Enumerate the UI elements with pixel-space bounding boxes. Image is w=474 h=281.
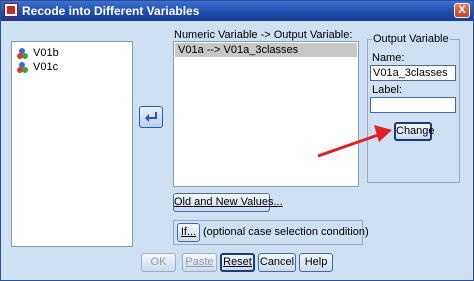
variable-label: V01c bbox=[33, 61, 59, 73]
mapping-list[interactable]: V01a --> V01a_3classes bbox=[173, 41, 359, 187]
old-and-new-values-label: Old and New Values... bbox=[174, 196, 283, 208]
help-button[interactable]: Help bbox=[299, 253, 333, 272]
old-and-new-values-button[interactable]: Old and New Values... bbox=[173, 193, 283, 212]
name-field[interactable]: V01a_3classes bbox=[370, 65, 456, 81]
paste-button[interactable]: Paste bbox=[182, 253, 217, 272]
paste-button-label: Paste bbox=[185, 256, 214, 268]
reset-button[interactable]: Reset bbox=[220, 253, 255, 272]
name-label: Name: bbox=[372, 52, 405, 64]
close-button[interactable]: X bbox=[454, 3, 470, 18]
source-variable-list[interactable]: V01b V01c bbox=[11, 41, 133, 247]
nominal-variable-icon bbox=[17, 62, 29, 74]
if-button-label: If... bbox=[180, 226, 197, 238]
spss-app-icon bbox=[4, 3, 18, 17]
ok-button[interactable]: OK bbox=[141, 253, 176, 272]
mapping-row[interactable]: V01a --> V01a_3classes bbox=[175, 43, 357, 57]
label-label: Label: bbox=[372, 84, 402, 96]
arrow-left-icon bbox=[145, 112, 157, 122]
label-field[interactable] bbox=[370, 97, 456, 113]
if-condition-text: (optional case selection condition) bbox=[203, 226, 369, 238]
title-bar[interactable]: Recode into Different Variables X bbox=[1, 1, 473, 21]
reset-button-label: Reset bbox=[223, 256, 252, 268]
recode-dialog: Recode into Different Variables X V01b V… bbox=[0, 0, 474, 281]
window-title: Recode into Different Variables bbox=[22, 4, 200, 18]
change-button[interactable]: Change bbox=[394, 122, 435, 141]
if-button[interactable]: If... bbox=[177, 223, 200, 242]
nominal-variable-icon bbox=[17, 48, 29, 60]
mapping-list-label: Numeric Variable -> Output Variable: bbox=[174, 29, 353, 41]
move-variable-button[interactable] bbox=[139, 106, 163, 128]
variable-label: V01b bbox=[33, 47, 59, 59]
output-variable-legend: Output Variable bbox=[372, 33, 450, 45]
cancel-button[interactable]: Cancel bbox=[258, 253, 296, 272]
